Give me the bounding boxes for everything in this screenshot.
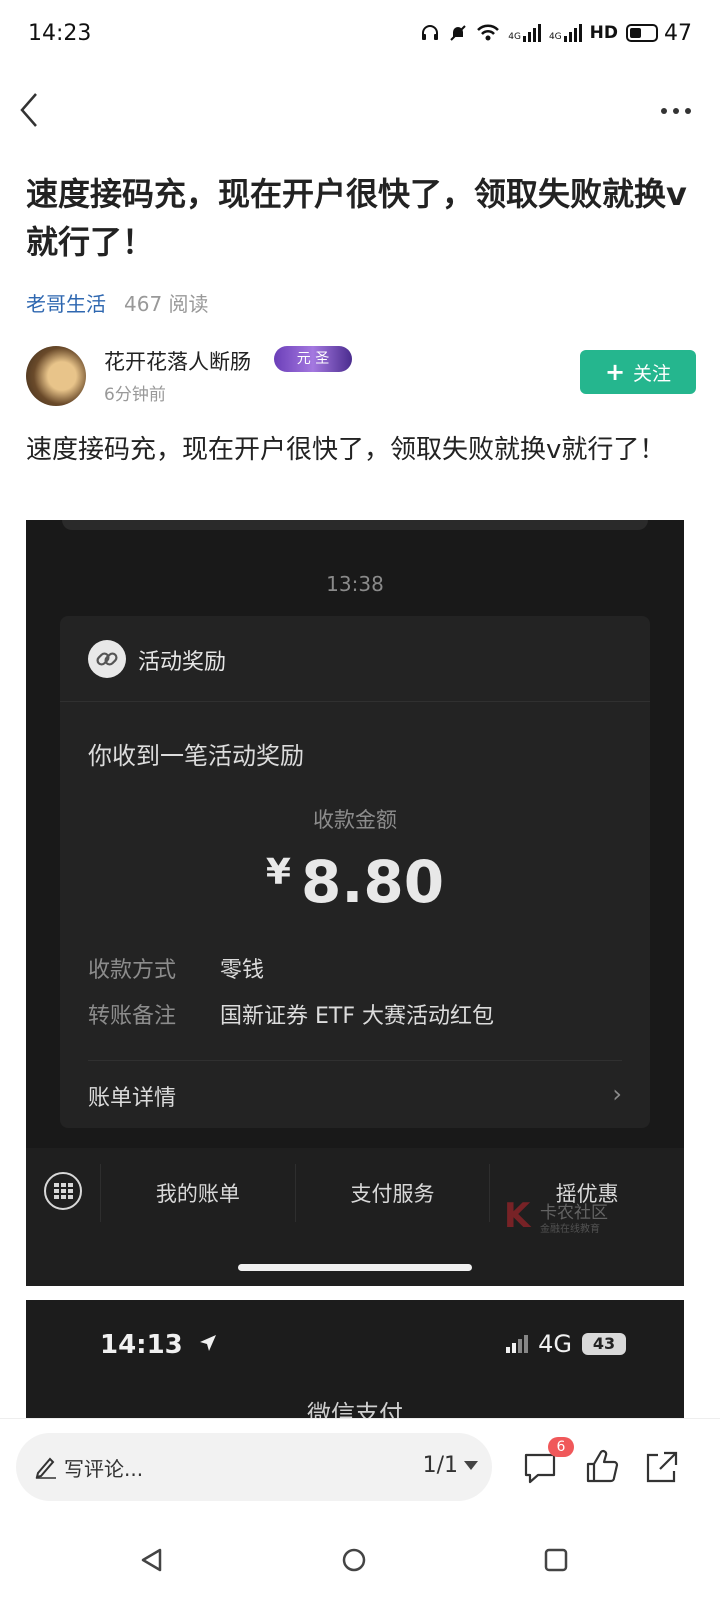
bill-detail-row: 账单详情 › (88, 1080, 622, 1112)
pen-icon (35, 1457, 56, 1479)
row-key: 收款方式 (88, 958, 177, 983)
page-selector[interactable]: 1/1 (423, 1453, 478, 1478)
card-header-label: 活动奖励 (138, 650, 227, 675)
post-body: 速度接码充，现在开户很快了，领取失败就换v就行了！ (26, 435, 666, 465)
author-name[interactable]: 花开花落人断肠 (104, 346, 251, 376)
android-nav-bar (0, 1522, 720, 1600)
square-recents-icon (544, 1548, 568, 1572)
comment-placeholder: 写评论... (64, 1457, 144, 1481)
comment-input[interactable]: 写评论... 1/1 (16, 1433, 492, 1501)
more-dots-icon (661, 108, 667, 114)
battery-icon: 43 (582, 1333, 626, 1355)
image-top-strip (62, 520, 648, 530)
author-badge: 元 圣 (274, 346, 352, 372)
payment-method-row: 收款方式 零钱 (88, 952, 264, 984)
image2-time-text: 14:13 (100, 1330, 183, 1360)
battery-level: 47 (664, 20, 692, 46)
post-time: 6分钟前 (104, 385, 166, 405)
keyboard-icon (44, 1172, 82, 1210)
row-value: 零钱 (220, 958, 265, 983)
like-icon[interactable] (582, 1447, 622, 1487)
network-label-2: 4G (548, 32, 562, 42)
hd-label: HD (589, 23, 618, 43)
home-indicator (238, 1264, 472, 1271)
plus-icon: + (604, 358, 626, 386)
nav-back-button[interactable] (132, 1540, 172, 1580)
headphones-icon (422, 25, 439, 40)
signal-icon-2: 4G (549, 24, 582, 42)
amount-number: 8.80 (300, 848, 445, 916)
chevron-right-icon: › (612, 1080, 622, 1108)
amount-label: 收款金额 (313, 808, 397, 832)
location-arrow-icon (199, 1335, 216, 1351)
comment-count-badge: 6 (548, 1437, 574, 1457)
nav-recents-button[interactable] (536, 1540, 576, 1580)
post-title: 速度接码充，现在开户很快了，领取失败就换v就行了！ (26, 175, 687, 261)
follow-label: 关注 (633, 362, 672, 385)
link-icon (88, 640, 126, 678)
post-image-1[interactable]: 13:38 活动奖励 你收到一笔活动奖励 收款金额 ¥8.80 收款方式 零钱 转… (26, 520, 684, 1286)
image2-title: 微信支付 (307, 1400, 403, 1418)
row-value: 国新证券 ETF 大赛活动红包 (220, 1004, 494, 1029)
wifi-icon (477, 24, 500, 41)
image2-time: 14:13 (100, 1330, 218, 1360)
status-bar: 14:23 4G 4G HD 47 (0, 0, 720, 66)
signal-icon-1: 4G (508, 24, 541, 42)
mute-bell-icon (450, 25, 466, 41)
page-indicator-text: 1/1 (422, 1453, 458, 1478)
currency-symbol: ¥ (265, 852, 291, 893)
comment-bar: 写评论... 1/1 6 (0, 1418, 720, 1522)
signal-icon (506, 1335, 529, 1353)
chevron-left-icon (20, 93, 37, 127)
wechat-bottom-bar: 我的账单 支付服务 摇优惠 K 卡农社区 金融在线教育 (26, 1148, 684, 1286)
network-label-1: 4G (508, 32, 521, 42)
divider (88, 1060, 622, 1061)
triangle-back-icon (141, 1548, 162, 1572)
bill-detail-label: 账单详情 (88, 1086, 177, 1111)
post-meta: 老哥生活 467 阅读 (26, 288, 209, 317)
avatar[interactable] (26, 346, 86, 406)
watermark-subtitle: 金融在线教育 (540, 1224, 600, 1235)
card-header: 活动奖励 (60, 616, 650, 702)
follow-button[interactable]: + 关注 (580, 350, 696, 394)
top-nav (0, 70, 720, 150)
card-headline: 你收到一笔活动奖励 (88, 742, 304, 770)
image2-status-icons: 4G 43 (506, 1330, 626, 1358)
back-button[interactable] (14, 88, 54, 132)
menu-my-bills: 我的账单 (100, 1164, 295, 1222)
status-icons: 4G 4G HD 47 (420, 21, 692, 46)
battery-icon (626, 24, 658, 42)
triangle-down-icon (464, 1461, 478, 1470)
transfer-note-row: 转账备注 国新证券 ETF 大赛活动红包 (88, 998, 494, 1030)
message-time: 13:38 (326, 572, 384, 596)
post-image-2[interactable]: 14:13 4G 43 微信支付 (26, 1300, 684, 1418)
amount-value: ¥8.80 (60, 848, 650, 916)
share-icon[interactable] (642, 1447, 682, 1487)
image2-network: 4G (538, 1330, 572, 1358)
row-key: 转账备注 (88, 1004, 177, 1029)
reward-card: 活动奖励 你收到一笔活动奖励 收款金额 ¥8.80 收款方式 零钱 转账备注 国新证… (60, 616, 650, 1128)
circle-home-icon (342, 1548, 366, 1572)
battery-indicator: 47 (626, 21, 692, 46)
menu-pay-services: 支付服务 (294, 1164, 490, 1222)
watermark-logo: K 卡农社区 金融在线教育 (504, 1196, 608, 1236)
category-link[interactable]: 老哥生活 (26, 288, 106, 317)
nav-home-button[interactable] (334, 1540, 374, 1580)
more-button[interactable] (656, 96, 696, 126)
read-count: 467 阅读 (124, 292, 209, 316)
author-row: 花开花落人断肠 元 圣 6分钟前 + 关注 (26, 346, 696, 410)
status-time: 14:23 (28, 20, 92, 46)
